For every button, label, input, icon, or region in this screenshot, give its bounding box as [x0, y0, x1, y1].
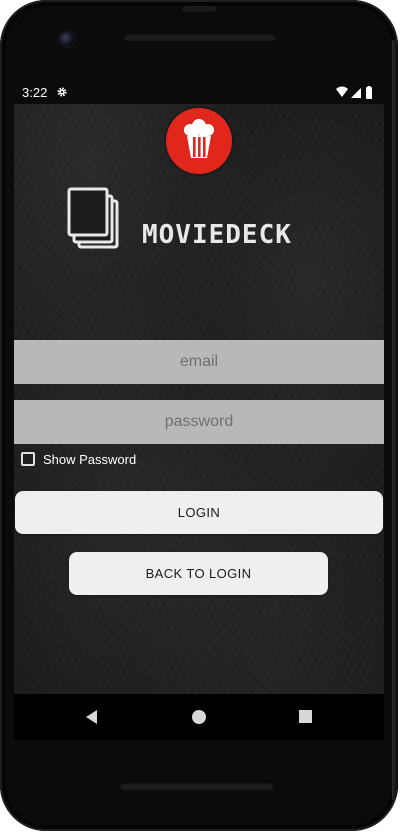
status-icons — [336, 86, 372, 99]
popcorn-logo — [166, 108, 232, 174]
back-icon[interactable] — [86, 710, 98, 724]
gear-icon — [57, 87, 67, 97]
phone-side-edge — [392, 40, 398, 800]
show-password-toggle[interactable]: Show Password — [21, 450, 136, 468]
status-time: 3:22 — [22, 85, 48, 100]
battery-icon — [366, 87, 372, 99]
signal-icon — [351, 88, 361, 98]
recents-icon[interactable] — [299, 710, 312, 723]
email-field[interactable] — [14, 340, 384, 384]
brand-name: MOVIEDECK — [142, 220, 292, 250]
bottom-speaker — [120, 782, 274, 790]
show-password-label: Show Password — [43, 451, 137, 467]
wifi-icon — [336, 86, 348, 97]
show-password-checkbox[interactable] — [21, 452, 35, 466]
popcorn-icon — [184, 119, 214, 158]
password-field[interactable] — [14, 400, 384, 444]
phone-top-notch — [182, 6, 216, 12]
app-screen: MOVIEDECK Show Password LOGIN BACK TO LO… — [14, 104, 384, 694]
login-button[interactable]: LOGIN — [15, 491, 383, 534]
navigation-bar — [14, 694, 384, 740]
brand-logo: MOVIEDECK — [66, 184, 346, 254]
home-icon[interactable] — [192, 710, 206, 724]
back-to-login-button[interactable]: BACK TO LOGIN — [69, 552, 328, 595]
earpiece-speaker — [124, 33, 276, 41]
front-camera — [60, 32, 74, 46]
status-bar: 3:22 — [14, 82, 384, 104]
phone-frame: 3:22 MOVIEDECK email Show Password LOGIN… — [0, 0, 398, 831]
cards-stack-icon — [67, 187, 119, 249]
